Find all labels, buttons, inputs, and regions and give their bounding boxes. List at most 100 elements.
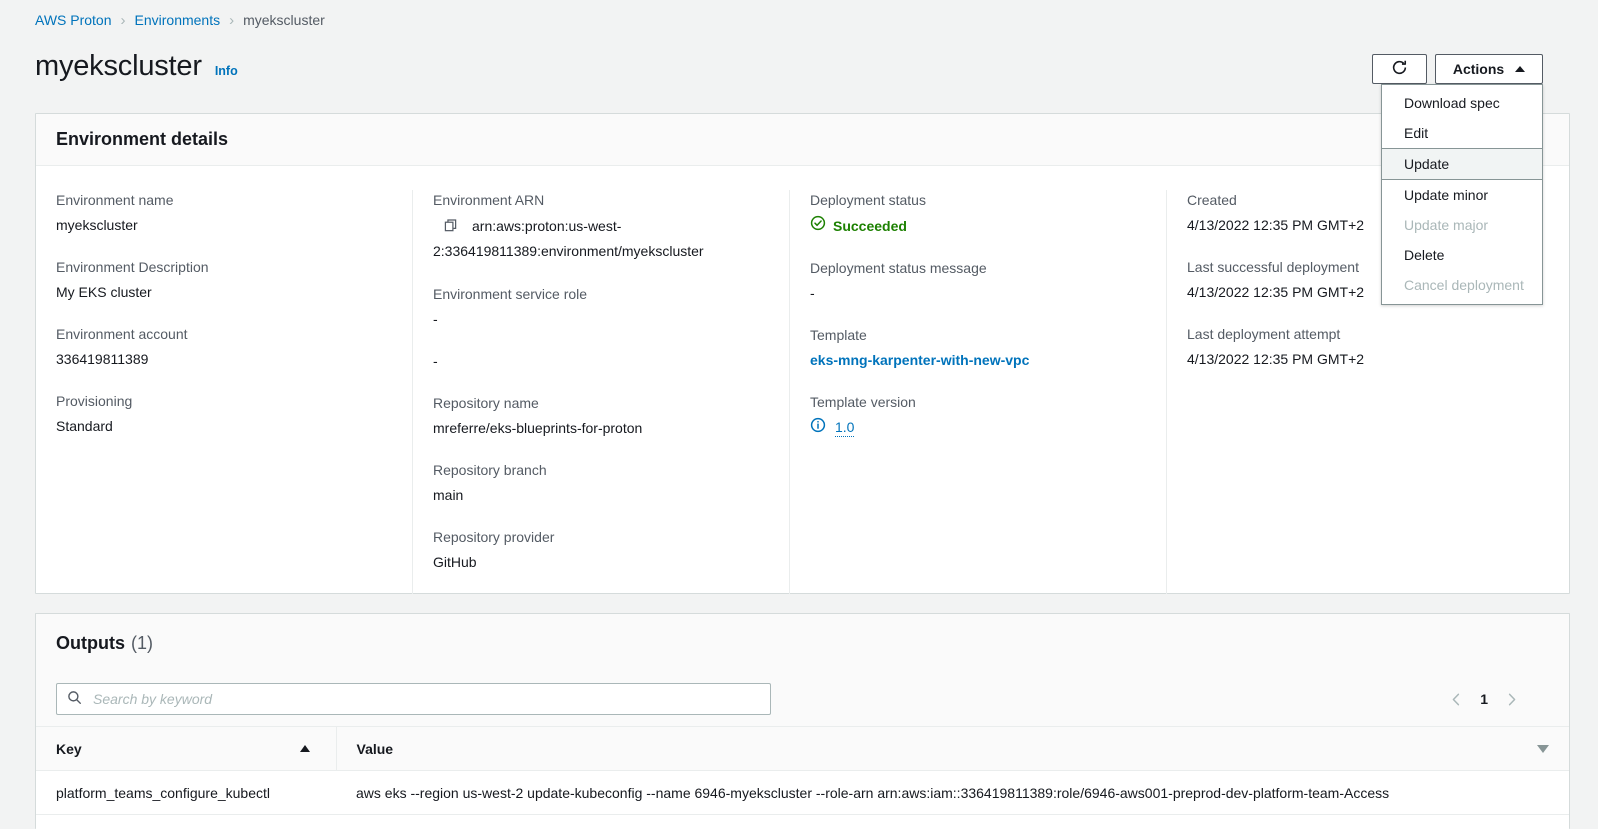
field-label: Environment name (56, 192, 174, 208)
sort-ascending-icon (299, 745, 310, 752)
field-environment-service-role: Environment service role - (433, 284, 769, 330)
column-header-value[interactable]: Value (336, 726, 1569, 771)
status-badge: Succeeded (810, 215, 1146, 237)
field-value: main (433, 487, 464, 503)
field-label: Template version (810, 394, 916, 410)
details-column-1: Environment name myekscluster Environmen… (36, 190, 413, 594)
next-page-icon[interactable] (1504, 692, 1519, 707)
column-header-key-label: Key (56, 740, 82, 757)
field-label: Environment ARN (433, 192, 545, 208)
outputs-toolbar: 1 (36, 672, 1569, 726)
details-column-2: Environment ARN arn:aws:proton:us-west-2… (413, 190, 790, 594)
cell-key: platform_teams_configure_kubectl (36, 770, 336, 815)
menu-item-edit[interactable]: Edit (1382, 118, 1542, 148)
page-number[interactable]: 1 (1480, 691, 1488, 707)
field-label: Provisioning (56, 393, 133, 409)
field-value: mreferre/eks-blueprints-for-proton (433, 420, 643, 436)
field-label: Repository provider (433, 529, 555, 545)
field-provisioning: Provisioning Standard (56, 391, 392, 437)
table-header-row: Key Value (36, 726, 1569, 771)
actions-button-label: Actions (1452, 61, 1505, 77)
field-label: Last deployment attempt (1187, 326, 1341, 342)
page-root: AWS Proton › Environments › myekscluster… (0, 0, 1598, 829)
cell-value: aws eks --region us-west-2 update-kubeco… (336, 770, 1569, 815)
field-value: GitHub (433, 554, 477, 570)
environment-details-header: Environment details (36, 114, 1569, 166)
field-value: 4/13/2022 12:35 PM GMT+2 (1187, 351, 1365, 367)
field-value: myekscluster (56, 217, 138, 233)
pagination: 1 (1449, 691, 1519, 707)
menu-item-delete[interactable]: Delete (1382, 240, 1542, 270)
field-environment-account: Environment account 336419811389 (56, 324, 392, 370)
chevron-up-icon (1515, 66, 1526, 72)
breadcrumb-item-current: myekscluster (243, 12, 325, 28)
field-label: Repository branch (433, 462, 547, 478)
field-label: Environment account (56, 326, 188, 342)
outputs-table-body: platform_teams_configure_kubectl aws eks… (36, 770, 1569, 815)
field-label: Environment service role (433, 286, 588, 302)
page-title-row: myekscluster Info (35, 50, 238, 83)
search-box[interactable] (56, 683, 771, 715)
refresh-button[interactable] (1372, 54, 1427, 84)
menu-item-cancel-deployment: Cancel deployment (1404, 277, 1524, 293)
menu-item-update[interactable]: Update (1382, 148, 1542, 180)
breadcrumb-item-environments[interactable]: Environments (135, 12, 221, 28)
field-environment-arn: Environment ARN arn:aws:proton:us-west-2… (433, 190, 769, 263)
field-repository-branch: Repository branch main (433, 460, 769, 506)
template-link[interactable]: eks-mng-karpenter-with-new-vpc (810, 350, 1146, 371)
menu-item-update-minor[interactable]: Update minor (1382, 180, 1542, 210)
template-version-value: 1.0 (810, 417, 1146, 439)
arn-text: arn:aws:proton:us-west-2:336419811389:en… (433, 218, 704, 259)
environment-details-title: Environment details (56, 129, 229, 149)
field-repository-provider: Repository provider GitHub (433, 527, 769, 573)
column-header-value-label: Value (356, 740, 394, 757)
field-value: - (433, 353, 438, 369)
field-template-version: Template version 1.0 (810, 392, 1146, 439)
success-check-icon (810, 215, 826, 237)
field-environment-name: Environment name myekscluster (56, 190, 392, 236)
field-template: Template eks-mng-karpenter-with-new-vpc (810, 325, 1146, 371)
info-link[interactable]: Info (215, 64, 238, 78)
search-icon (67, 690, 82, 708)
info-circle-icon[interactable] (810, 417, 826, 439)
column-header-key[interactable]: Key (36, 726, 337, 771)
field-service-role-secondary: - (433, 351, 769, 372)
breadcrumb: AWS Proton › Environments › myekscluster (35, 10, 325, 30)
environment-details-card: Environment details Environment name mye… (35, 113, 1570, 594)
status-text: Succeeded (833, 217, 907, 234)
outputs-header: Outputs (1) (36, 614, 1569, 672)
details-column-3: Deployment status Succeeded Deployment s… (790, 190, 1167, 594)
copy-icon[interactable] (444, 217, 459, 240)
breadcrumb-separator-icon: › (120, 11, 126, 29)
page-title: myekscluster (35, 50, 202, 82)
outputs-card: Outputs (1) 1 (35, 613, 1570, 829)
sort-descending-icon[interactable] (1537, 744, 1549, 753)
field-environment-description: Environment Description My EKS cluster (56, 257, 392, 303)
field-value: Standard (56, 418, 113, 434)
field-last-deployment-attempt: Last deployment attempt 4/13/2022 12:35 … (1187, 324, 1549, 370)
outputs-table-head: Key Value (36, 726, 1569, 771)
field-value: 336419811389 (56, 351, 149, 367)
field-label: Repository name (433, 395, 539, 411)
breadcrumb-separator-icon: › (229, 11, 235, 29)
field-repository-name: Repository name mreferre/eks-blueprints-… (433, 393, 769, 439)
menu-item-download-spec[interactable]: Download spec (1382, 88, 1542, 118)
field-deployment-status-message: Deployment status message - (810, 258, 1146, 304)
refresh-icon (1391, 59, 1408, 79)
page-actions: Actions (1372, 54, 1543, 84)
field-value: - (433, 311, 438, 327)
environment-details-columns: Environment name myekscluster Environmen… (36, 166, 1569, 594)
breadcrumb-item-aws-proton[interactable]: AWS Proton (35, 12, 112, 28)
field-label: Template (810, 327, 867, 343)
menu-item-update-major: Update major (1404, 217, 1489, 233)
template-version-text[interactable]: 1.0 (835, 419, 855, 437)
outputs-table: Key Value platform_teams_configure_kubec… (36, 726, 1569, 815)
actions-dropdown-menu: Download spec Edit Update Update minor U… (1381, 84, 1543, 305)
previous-page-icon[interactable] (1449, 692, 1464, 707)
actions-button[interactable]: Actions (1435, 54, 1543, 84)
table-row: platform_teams_configure_kubectl aws eks… (36, 770, 1569, 815)
search-input[interactable] (91, 690, 760, 708)
field-value-arn: arn:aws:proton:us-west-2:336419811389:en… (433, 215, 769, 263)
field-value: My EKS cluster (56, 284, 152, 300)
field-deployment-status: Deployment status Succeeded (810, 190, 1146, 237)
